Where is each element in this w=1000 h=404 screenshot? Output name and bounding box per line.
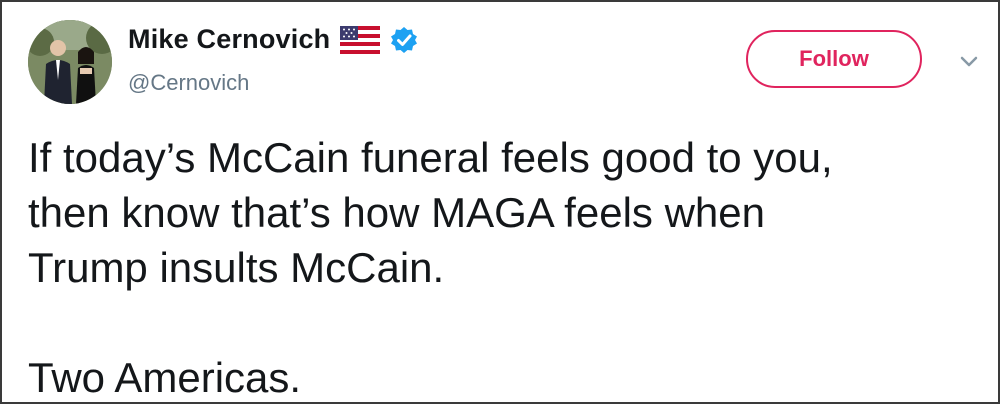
avatar[interactable] — [28, 20, 112, 104]
follow-button[interactable]: Follow — [746, 30, 922, 88]
author-name-row: Mike Cernovich — [128, 24, 418, 55]
tweet-menu-button[interactable] — [954, 50, 984, 74]
tweet-text-line: then know that’s how MAGA feels when — [28, 189, 765, 236]
tweet-text-line: Trump insults McCain. — [28, 244, 445, 291]
author-handle[interactable]: @Cernovich — [128, 70, 249, 96]
verified-badge-icon — [390, 26, 418, 54]
us-flag-icon — [340, 25, 381, 54]
profile-photo-icon — [28, 20, 112, 104]
chevron-down-icon — [960, 56, 978, 67]
tweet-text: If today’s McCain funeral feels good to … — [28, 130, 978, 402]
display-name[interactable]: Mike Cernovich — [128, 24, 330, 55]
tweet-card: Mike Cernovich @Cernovich Follow If toda… — [0, 0, 1000, 404]
tweet-text-line: Two Americas. — [28, 354, 302, 401]
tweet-text-line: If today’s McCain funeral feels good to … — [28, 134, 833, 181]
